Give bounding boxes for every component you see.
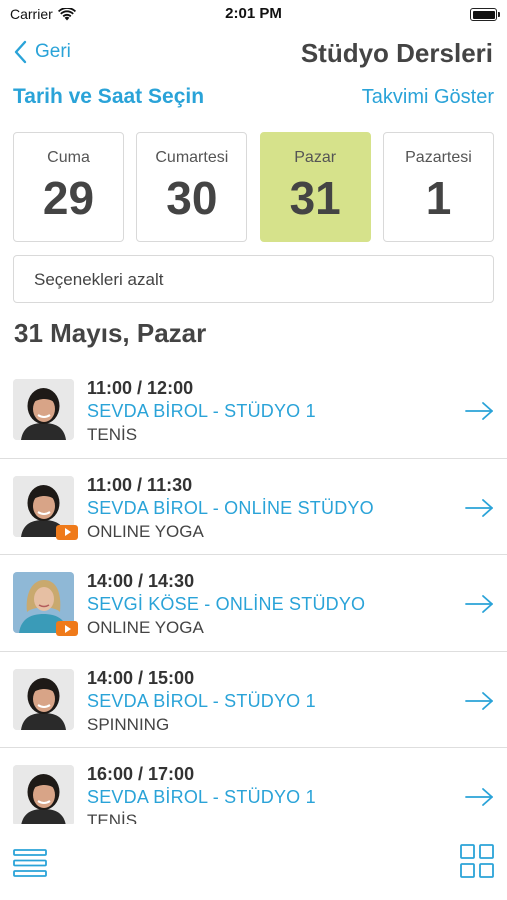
instructor-avatar (13, 765, 74, 824)
nav-bar: Geri Stüdyo Dersleri (0, 34, 507, 78)
class-row[interactable]: 14:00 / 14:30 SEVGİ KÖSE - ONLİNE STÜDYO… (0, 555, 507, 652)
class-instructor: SEVDA BİROL - ONLİNE STÜDYO (87, 497, 374, 518)
section-title: Tarih ve Saat Seçin (13, 85, 205, 108)
instructor-photo (13, 379, 74, 440)
arrow-right-icon (465, 595, 493, 613)
show-calendar-link[interactable]: Takvimi Göster (362, 86, 494, 109)
reduce-options-filter[interactable]: Seçenekleri azalt (13, 255, 494, 303)
class-instructor: SEVDA BİROL - STÜDYO 1 (87, 401, 316, 421)
day-card[interactable]: Cuma 29 (13, 132, 124, 242)
day-number: 1 (425, 172, 452, 224)
day-name: Pazartesi (405, 149, 472, 166)
class-type: TENİS (87, 811, 138, 824)
day-number: 31 (289, 172, 341, 224)
instructor-avatar (13, 379, 74, 440)
class-time: 16:00 / 17:00 (87, 764, 195, 784)
class-list: 11:00 / 12:00 SEVDA BİROL - STÜDYO 1 TEN… (0, 362, 507, 824)
day-name: Cumartesi (155, 149, 229, 166)
day-number: 29 (42, 172, 95, 224)
class-type: ONLINE YOGA (87, 618, 204, 637)
class-row[interactable]: 11:00 / 11:30 SEVDA BİROL - ONLİNE STÜDY… (0, 459, 507, 555)
back-button[interactable]: Geri (14, 40, 71, 64)
status-time: 2:01 PM (225, 5, 282, 22)
list-view-icon[interactable] (13, 848, 47, 878)
class-instructor: SEVDA BİROL - STÜDYO 1 (87, 787, 316, 807)
class-time: 14:00 / 14:30 (87, 571, 195, 591)
instructor-avatar (13, 668, 74, 730)
arrow-right-icon (465, 691, 493, 710)
battery-icon (470, 8, 500, 21)
grid-view-icon[interactable] (460, 844, 494, 878)
class-row[interactable]: 14:00 / 15:00 SEVDA BİROL - STÜDYO 1 SPI… (0, 652, 507, 748)
day-card[interactable]: Cumartesi 30 (136, 132, 248, 242)
class-time: 11:00 / 12:00 (87, 378, 194, 398)
day-name: Cuma (47, 149, 90, 166)
chevron-left-icon (14, 40, 27, 64)
instructor-avatar (13, 475, 78, 540)
status-bar: Carrier 2:01 PM (0, 0, 507, 28)
arrow-right-icon (465, 788, 493, 806)
class-instructor: SEVGİ KÖSE - ONLİNE STÜDYO (87, 594, 366, 614)
class-time: 14:00 / 15:00 (87, 667, 195, 688)
arrow-right-icon (465, 498, 493, 517)
class-row[interactable]: 16:00 / 17:00 SEVDA BİROL - STÜDYO 1 TEN… (0, 748, 507, 824)
subheader: Tarih ve Saat Seçin Takvimi Göster (0, 84, 507, 114)
class-type: SPINNING (87, 714, 170, 734)
day-card-selected[interactable]: Pazar 31 (259, 132, 371, 242)
day-selector: Cuma 29 Cumartesi 30 Pazar 31 Pazartesi … (13, 132, 494, 242)
day-card[interactable]: Pazartesi 1 (382, 132, 494, 242)
instructor-photo (13, 668, 74, 730)
instructor-avatar (13, 572, 78, 636)
arrow-right-icon (465, 402, 493, 420)
class-row[interactable]: 11:00 / 12:00 SEVDA BİROL - STÜDYO 1 TEN… (0, 362, 507, 459)
date-heading: 31 Mayıs, Pazar (14, 318, 207, 348)
video-play-icon (56, 621, 78, 636)
class-type: TENİS (87, 425, 138, 444)
instructor-photo (13, 765, 74, 824)
class-time: 11:00 / 11:30 (87, 474, 193, 495)
class-instructor: SEVDA BİROL - STÜDYO 1 (87, 690, 316, 711)
bottom-toolbar (0, 824, 507, 900)
day-name: Pazar (294, 149, 337, 166)
day-number: 30 (166, 172, 218, 224)
page-title: Stüdyo Dersleri (300, 38, 493, 68)
class-type: ONLINE YOGA (87, 521, 204, 541)
back-label: Geri (35, 41, 71, 62)
video-play-icon (56, 524, 78, 540)
